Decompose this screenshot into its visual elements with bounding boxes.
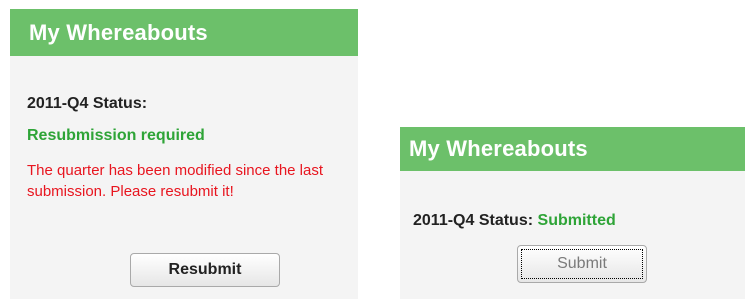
status-line: 2011-Q4 Status: Submitted (413, 211, 616, 231)
whereabouts-panel-submitted: My Whereabouts 2011-Q4 Status: Submitted… (400, 127, 745, 299)
status-value: Submitted (537, 212, 616, 229)
status-label: 2011-Q4 Status: (413, 212, 534, 229)
panel-title: My Whereabouts (10, 9, 358, 56)
resubmit-button[interactable]: Resubmit (130, 253, 280, 287)
warning-message: The quarter has been modified since the … (27, 162, 324, 200)
panel-title: My Whereabouts (400, 127, 745, 171)
status-label: 2011-Q4 Status: (27, 95, 148, 112)
submit-button[interactable]: Submit (517, 245, 647, 283)
whereabouts-panel-resubmit: My Whereabouts 2011-Q4 Status: Resubmiss… (10, 9, 358, 299)
status-value: Resubmission required (27, 127, 205, 144)
